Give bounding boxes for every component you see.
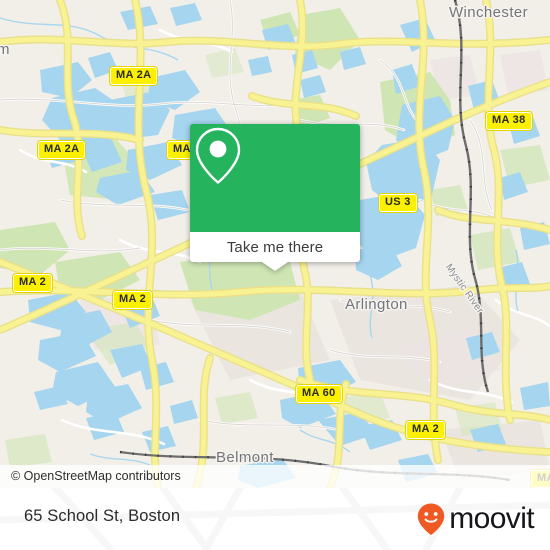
map-canvas[interactable]: Winchester Arlington Belmont m Mystic Ri… [0,0,550,488]
road-shield-ma-2-center[interactable]: MA 2 [111,290,154,310]
footer-bar: 65 School St, Boston moovit [0,488,550,550]
moovit-wordmark: moovit [449,502,534,535]
take-me-there-button[interactable]: Take me there [190,232,360,262]
take-me-there-label: Take me there [226,238,324,256]
road-shield-ma-2a-west[interactable]: MA 2A [36,140,87,160]
moovit-brand[interactable]: moovit [416,502,535,536]
map-pin-icon [195,127,241,184]
road-shield-ma-38[interactable]: MA 38 [485,111,533,131]
road-shield-us-3[interactable]: US 3 [378,193,418,213]
road-shield-ma-2-south[interactable]: MA 2 [404,420,447,440]
moovit-pin-smile-icon [418,503,445,535]
road-shield-ma-2-west[interactable]: MA 2 [11,273,54,293]
road-shield-ma-2a-north[interactable]: MA 2A [108,66,159,86]
map-screen: Winchester Arlington Belmont m Mystic Ri… [0,0,550,550]
take-me-there-callout[interactable]: Take me there [190,124,360,271]
address-title: 65 School St, Boston [24,507,181,525]
callout-tail [262,262,288,271]
osm-attribution-text[interactable]: © OpenStreetMap contributors [11,469,181,483]
road-shield-ma-60[interactable]: MA 60 [295,384,343,404]
map-attribution-bar: © OpenStreetMap contributors [0,465,550,488]
callout-header [190,124,360,232]
